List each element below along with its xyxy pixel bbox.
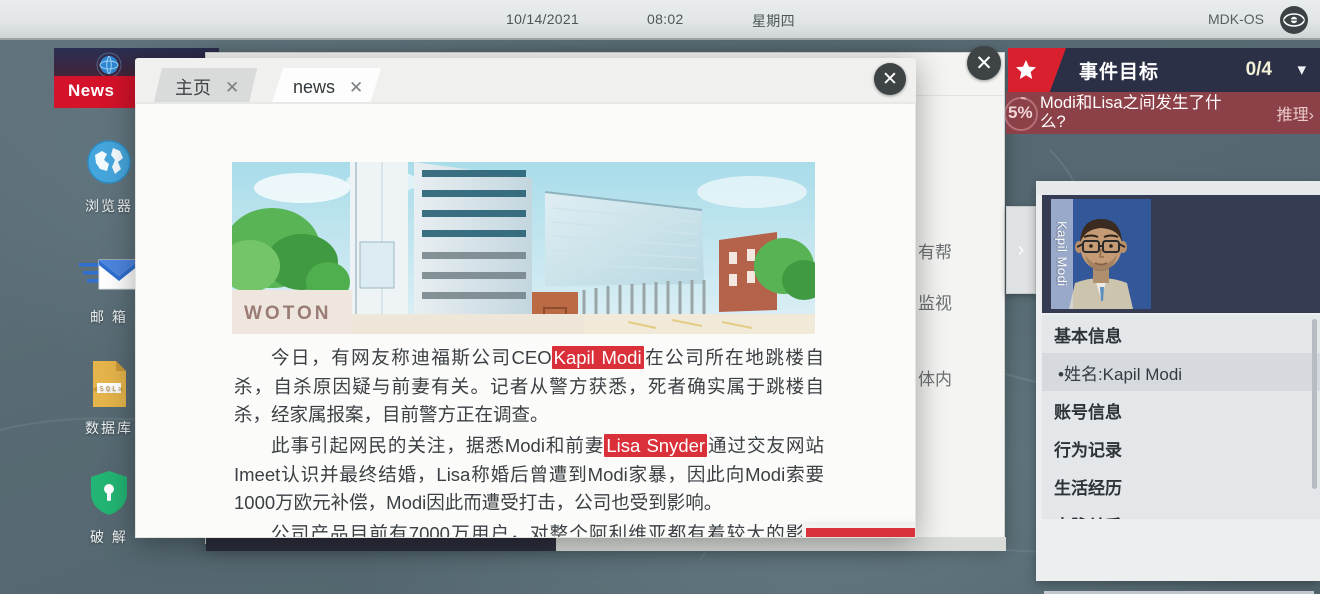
close-x-icon: ✕: [975, 51, 993, 75]
article-illustration: WOTON: [232, 162, 815, 334]
objective-count: 0/4: [1245, 59, 1272, 80]
top-status-bar: 10/14/2021 08:02 星期四 MDK-OS: [0, 0, 1320, 40]
eye-logo-icon: [1280, 6, 1308, 34]
paragraph-segment: 此事引起网民的关注，据悉Modi和前妻: [271, 435, 605, 457]
right-side-panel: 事件目标 0/4 ▾ 5% Modi和Lisa之间发生了什么? 推理› Kapi…: [1004, 42, 1320, 594]
tab-label: 主页: [175, 78, 211, 98]
avatar[interactable]: Kapil Modi: [1051, 199, 1151, 309]
building-sign-text: WOTON: [244, 303, 332, 324]
background-text-fragment: 有帮: [918, 243, 952, 262]
info-row-label: •姓名:Kapil Modi: [1058, 364, 1183, 384]
close-x-icon: ✕: [882, 68, 898, 90]
article-body: 今日，有网友称迪福斯公司CEO Kapil Modi 在公司所在地跳楼自杀，自杀原因…: [234, 344, 824, 538]
chevron-down-icon[interactable]: ▾: [1297, 60, 1306, 80]
paragraph-segment: 公司产品目前有7000万用户，对整个阿利维亚都有着较大的影响力。截止到目前，迪福…: [271, 523, 824, 538]
character-info-list: 基本信息 •姓名:Kapil Modi 账号信息 行为记录 生活经历 人脉关系 …: [1042, 315, 1320, 519]
info-list-scrollbar[interactable]: [1312, 319, 1317, 489]
system-weekday: 星期四: [752, 13, 795, 29]
info-row-label: 基本信息: [1054, 326, 1122, 346]
info-row-behavior[interactable]: 行为记录: [1042, 429, 1320, 467]
background-text-fragment: 监视: [918, 294, 952, 313]
system-date: 10/14/2021: [506, 11, 580, 27]
highlighted-entity-kapil-modi[interactable]: Kapil Modi: [551, 346, 644, 369]
article-paragraph: 公司产品目前有7000万用户，对整个阿利维亚都有着较大的影响力。截止到目前，迪福…: [234, 520, 824, 538]
outer-window-close-button[interactable]: ✕: [967, 46, 1001, 80]
info-row-label: 人脉关系: [1054, 512, 1122, 520]
objective-header: 事件目标 0/4 ▾: [1008, 48, 1320, 92]
info-row-life[interactable]: 生活经历: [1042, 467, 1320, 505]
tab-news[interactable]: news ✕: [271, 68, 381, 106]
info-row-label: 账号信息: [1054, 402, 1122, 422]
objective-title: 事件目标: [1079, 61, 1160, 83]
close-x-icon[interactable]: ✕: [225, 79, 239, 96]
paragraph-segment: 今日，有网友称迪福斯公司CEO: [271, 347, 552, 368]
tab-home[interactable]: 主页 ✕: [153, 68, 257, 106]
character-info-card: Kapil Modi 基本信息 •姓名:Kapil Modi 账号信息 行为记录…: [1036, 181, 1320, 581]
info-row-relations[interactable]: 人脉关系: [1042, 505, 1320, 520]
highlighted-entity-lisa-snyder[interactable]: Lisa Snyder: [604, 434, 708, 458]
character-name: Kapil Modi: [1054, 221, 1070, 287]
tab-label: news: [293, 76, 336, 97]
browser-tab-bar: 主页 ✕ news ✕: [135, 58, 916, 106]
task-progress-label: 5%: [1008, 103, 1033, 122]
star-icon: [1008, 48, 1066, 92]
globe-icon: [96, 52, 122, 78]
window-footer-light: [556, 537, 1006, 551]
browser-content: WOTON 今日，有网友称迪福斯公司CEO Kapil Modi 在公司所在地跳楼自…: [135, 102, 916, 538]
info-row-account[interactable]: 账号信息: [1042, 391, 1320, 429]
info-row-basic[interactable]: 基本信息: [1042, 315, 1320, 353]
task-reasoning-link[interactable]: 推理›: [1277, 101, 1314, 125]
svg-text:<SQL>: <SQL>: [93, 385, 124, 393]
article-paragraph: 此事引起网民的关注，据悉Modi和前妻 Lisa Snyder 通过交友网站Imee…: [234, 432, 824, 518]
objective-task-row[interactable]: 5% Modi和Lisa之间发生了什么? 推理›: [1004, 92, 1320, 134]
browser-close-button[interactable]: ✕: [874, 63, 906, 95]
info-row-name-detail[interactable]: •姓名:Kapil Modi: [1042, 353, 1320, 391]
avatar-name-strip: Kapil Modi: [1051, 199, 1073, 309]
system-time: 08:02: [647, 11, 684, 27]
close-x-icon[interactable]: ✕: [349, 79, 363, 96]
background-text-fragment: 体内: [918, 370, 952, 389]
task-description: Modi和Lisa之间发生了什么?: [1040, 93, 1222, 131]
info-row-label: 生活经历: [1054, 478, 1122, 498]
portrait-area: Kapil Modi: [1042, 195, 1320, 313]
card-top-strip: [1036, 181, 1320, 195]
browser-window[interactable]: 主页 ✕ news ✕ WOTON 今日，有网友称迪福斯公司CEO Kapil …: [135, 58, 916, 538]
window-footer-dark: [206, 537, 556, 551]
os-name: MDK-OS: [1208, 11, 1264, 27]
article-paragraph: 今日，有网友称迪福斯公司CEO Kapil Modi 在公司所在地跳楼自杀，自杀原因…: [234, 344, 824, 430]
info-row-label: 行为记录: [1054, 440, 1122, 460]
collect-to-document-button[interactable]: + 收集到文档: [802, 524, 915, 537]
